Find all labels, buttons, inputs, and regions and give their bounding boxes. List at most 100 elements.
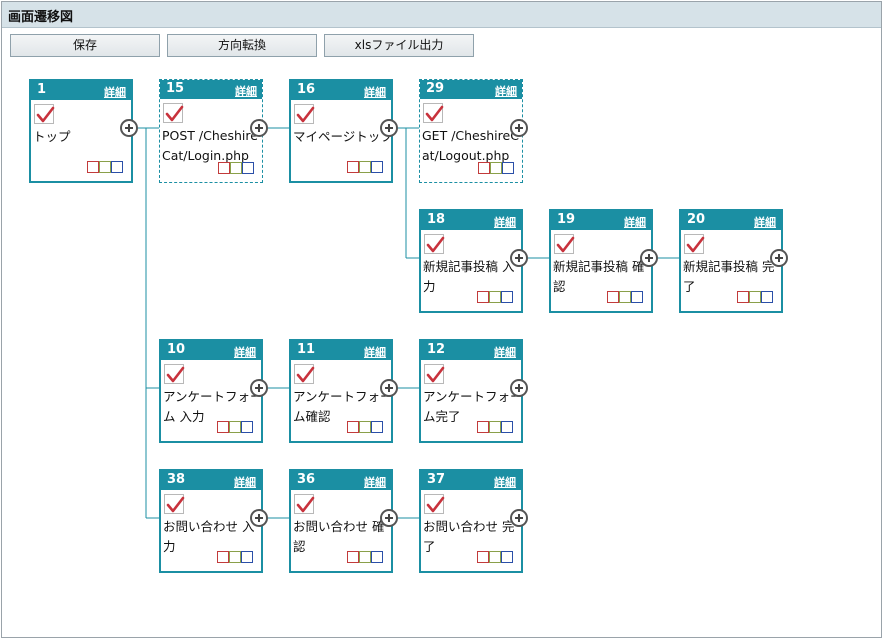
screen-node-29[interactable]: 29 詳細 GET /CheshireCat/Logout.php (419, 79, 523, 183)
add-transition-icon[interactable] (770, 249, 788, 267)
node-header: 1 詳細 (31, 81, 131, 100)
screen-node-36[interactable]: 36 詳細 お問い合わせ 確認 (289, 469, 393, 573)
node-status-indicators (478, 162, 514, 174)
node-status-indicators (607, 291, 643, 303)
add-transition-icon[interactable] (510, 379, 528, 397)
screen-node-19[interactable]: 19 詳細 新規記事投稿 確認 (549, 209, 653, 313)
node-header: 15 詳細 (160, 80, 262, 99)
status-red-box (217, 551, 229, 563)
status-green-box (489, 551, 501, 563)
screen-node-1[interactable]: 1 詳細 トップ (29, 79, 133, 183)
checkmark-icon (165, 105, 184, 122)
node-header: 38 詳細 (161, 471, 261, 490)
checkbox-checked[interactable] (424, 364, 445, 384)
node-header: 20 詳細 (681, 211, 781, 230)
node-label: GET /CheshireCat/Logout.php (422, 128, 519, 163)
status-blue-box (371, 161, 383, 173)
checkbox-checked[interactable] (423, 103, 444, 123)
node-detail-link[interactable]: 詳細 (364, 84, 386, 100)
checkbox-checked[interactable] (163, 103, 184, 123)
status-red-box (217, 421, 229, 433)
node-detail-link[interactable]: 詳細 (234, 474, 256, 490)
screen-node-38[interactable]: 38 詳細 お問い合わせ 入力 (159, 469, 263, 573)
node-detail-link[interactable]: 詳細 (234, 344, 256, 360)
status-blue-box (371, 551, 383, 563)
node-number: 10 (167, 342, 186, 357)
add-transition-icon[interactable] (640, 249, 658, 267)
node-header: 10 詳細 (161, 341, 261, 360)
node-detail-link[interactable]: 詳細 (364, 474, 386, 490)
checkbox-checked[interactable] (684, 234, 705, 254)
node-number: 12 (427, 342, 446, 357)
checkbox-checked[interactable] (554, 234, 575, 254)
status-green-box (749, 291, 761, 303)
node-header: 37 詳細 (421, 471, 521, 490)
status-red-box (87, 161, 99, 173)
checkbox-checked[interactable] (294, 494, 315, 514)
status-red-box (218, 162, 230, 174)
status-red-box (737, 291, 749, 303)
screen-node-10[interactable]: 10 詳細 アンケートフォーム 入力 (159, 339, 263, 443)
checkbox-checked[interactable] (164, 494, 185, 514)
node-detail-link[interactable]: 詳細 (495, 83, 517, 99)
checkbox-checked[interactable] (164, 364, 185, 384)
node-status-indicators (477, 421, 513, 433)
status-green-box (490, 162, 502, 174)
add-transition-icon[interactable] (510, 249, 528, 267)
add-transition-icon[interactable] (250, 379, 268, 397)
status-red-box (478, 162, 490, 174)
node-detail-link[interactable]: 詳細 (754, 214, 776, 230)
node-status-indicators (477, 291, 513, 303)
node-header: 36 詳細 (291, 471, 391, 490)
add-transition-icon[interactable] (380, 119, 398, 137)
checkbox-checked[interactable] (424, 494, 445, 514)
node-status-indicators (217, 421, 253, 433)
node-status-indicators (347, 161, 383, 173)
status-blue-box (501, 551, 513, 563)
add-transition-icon[interactable] (250, 509, 268, 527)
checkmark-icon (426, 236, 445, 253)
node-number: 18 (427, 212, 446, 227)
checkbox-checked[interactable] (294, 104, 315, 124)
node-status-indicators (347, 551, 383, 563)
node-detail-link[interactable]: 詳細 (494, 214, 516, 230)
checkmark-icon (686, 236, 705, 253)
status-red-box (347, 551, 359, 563)
screen-node-18[interactable]: 18 詳細 新規記事投稿 入力 (419, 209, 523, 313)
node-detail-link[interactable]: 詳細 (624, 214, 646, 230)
status-green-box (619, 291, 631, 303)
status-green-box (489, 421, 501, 433)
add-transition-icon[interactable] (380, 509, 398, 527)
checkbox-checked[interactable] (294, 364, 315, 384)
checkbox-checked[interactable] (34, 104, 55, 124)
add-transition-icon[interactable] (510, 119, 528, 137)
screen-node-37[interactable]: 37 詳細 お問い合わせ 完了 (419, 469, 523, 573)
node-detail-link[interactable]: 詳細 (494, 344, 516, 360)
add-transition-icon[interactable] (510, 509, 528, 527)
screen-node-16[interactable]: 16 詳細 マイページトップ (289, 79, 393, 183)
screen-node-11[interactable]: 11 詳細 アンケートフォーム確認 (289, 339, 393, 443)
status-red-box (477, 291, 489, 303)
node-detail-link[interactable]: 詳細 (104, 84, 126, 100)
add-transition-icon[interactable] (250, 119, 268, 137)
node-status-indicators (477, 551, 513, 563)
status-blue-box (241, 421, 253, 433)
node-detail-link[interactable]: 詳細 (364, 344, 386, 360)
status-green-box (229, 551, 241, 563)
checkbox-checked[interactable] (424, 234, 445, 254)
node-number: 36 (297, 472, 316, 487)
node-detail-link[interactable]: 詳細 (494, 474, 516, 490)
screen-node-12[interactable]: 12 詳細 アンケートフォーム完了 (419, 339, 523, 443)
checkmark-icon (426, 366, 445, 383)
screen-node-20[interactable]: 20 詳細 新規記事投稿 完了 (679, 209, 783, 313)
add-transition-icon[interactable] (120, 119, 138, 137)
checkmark-icon (296, 106, 315, 123)
checkmark-icon (166, 366, 185, 383)
add-transition-icon[interactable] (380, 379, 398, 397)
status-blue-box (501, 291, 513, 303)
node-number: 20 (687, 212, 706, 227)
node-detail-link[interactable]: 詳細 (235, 83, 257, 99)
checkmark-icon (426, 496, 445, 513)
status-green-box (359, 551, 371, 563)
screen-node-15[interactable]: 15 詳細 POST /CheshireCat/Login.php (159, 79, 263, 183)
